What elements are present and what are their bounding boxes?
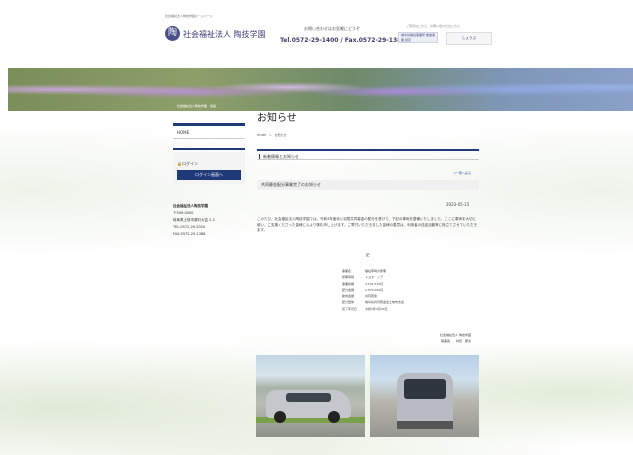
site-logo-text[interactable]: 社会福祉法人 陶技学園 bbox=[183, 29, 266, 40]
address: 岐阜県土岐市泉町大富 2-2 bbox=[173, 218, 215, 222]
news-date: 2023-05-15 bbox=[446, 202, 470, 207]
sidebar-divider bbox=[173, 123, 245, 126]
logo-icon[interactable]: 陶 bbox=[165, 26, 180, 41]
spec-row: 完了年月日 令和5年4月30日 bbox=[342, 306, 388, 311]
contact-lead: お問い合わせはお気軽にどうぞ bbox=[304, 26, 360, 31]
page-title: お知らせ bbox=[257, 113, 297, 124]
top-links[interactable]: ご意見はこちら お問い合わせはこちら bbox=[406, 24, 460, 28]
partner-badge[interactable]: しょうぶ bbox=[446, 32, 492, 45]
news-title: 共同募金配分事業完了のお知らせ bbox=[257, 180, 479, 190]
welfare-van-rear-photo bbox=[370, 355, 479, 437]
tel-line: TEL.0572-29-2020 bbox=[173, 225, 206, 229]
section-heading: 新着情報とお知らせ bbox=[257, 149, 479, 160]
van-wheel bbox=[328, 411, 340, 423]
site-tagline: 社会福祉法人陶技学園ホームページ bbox=[165, 14, 213, 18]
hero-caption: 社会福祉法人陶技学園 施設 bbox=[177, 104, 217, 108]
hydrangea-hero-banner bbox=[8, 68, 633, 111]
login-button[interactable]: ログイン画面へ bbox=[177, 170, 241, 180]
van-wheel bbox=[274, 411, 286, 423]
van-window bbox=[286, 393, 331, 402]
phone-fax: Tel.0572-29-1400 / Fax.0572-29-1388 bbox=[280, 37, 406, 44]
signer-name: 理事長 林田 慶次 bbox=[440, 339, 471, 343]
spec-list: 事業名 福祉車両の整備 整備車両 トヨタ ノア 事業総額 3,531,570円 配分金… bbox=[342, 268, 404, 312]
welfare-van-side-photo bbox=[256, 355, 365, 437]
signer-block: 社会福祉法人 陶技学園 理事長 林田 慶次 bbox=[440, 332, 471, 344]
postal-code: 〒509-0000 bbox=[173, 211, 194, 215]
van-bumper bbox=[397, 421, 453, 429]
org-name: 社会福祉法人陶技学園 bbox=[173, 204, 208, 208]
fax-line: FAX.0572-29-1388 bbox=[173, 232, 206, 236]
news-body: このたび、社会福祉法人陶技学園では、令和4年度赤い羽根共同募金の配分を受けて、下… bbox=[257, 217, 478, 232]
back-to-list-link[interactable]: ＜一覧へ戻る bbox=[453, 171, 471, 175]
certification-badge[interactable]: 岐阜県福祉事業所 推進事業 認定 bbox=[398, 32, 438, 43]
sidebar-item-home[interactable]: HOME bbox=[173, 127, 245, 139]
sidebar-contact-info: 社会福祉法人陶技学園 〒509-0000 岐阜県土岐市泉町大富 2-2 TEL.… bbox=[173, 203, 215, 238]
sidebar-divider bbox=[173, 148, 245, 150]
background-foliage-top bbox=[0, 110, 633, 310]
notation-ki: 記 bbox=[366, 253, 370, 257]
van-rear-window bbox=[404, 379, 446, 399]
login-label: 🔒ログイン bbox=[177, 161, 198, 166]
breadcrumb[interactable]: HOME > お知らせ bbox=[257, 133, 287, 137]
